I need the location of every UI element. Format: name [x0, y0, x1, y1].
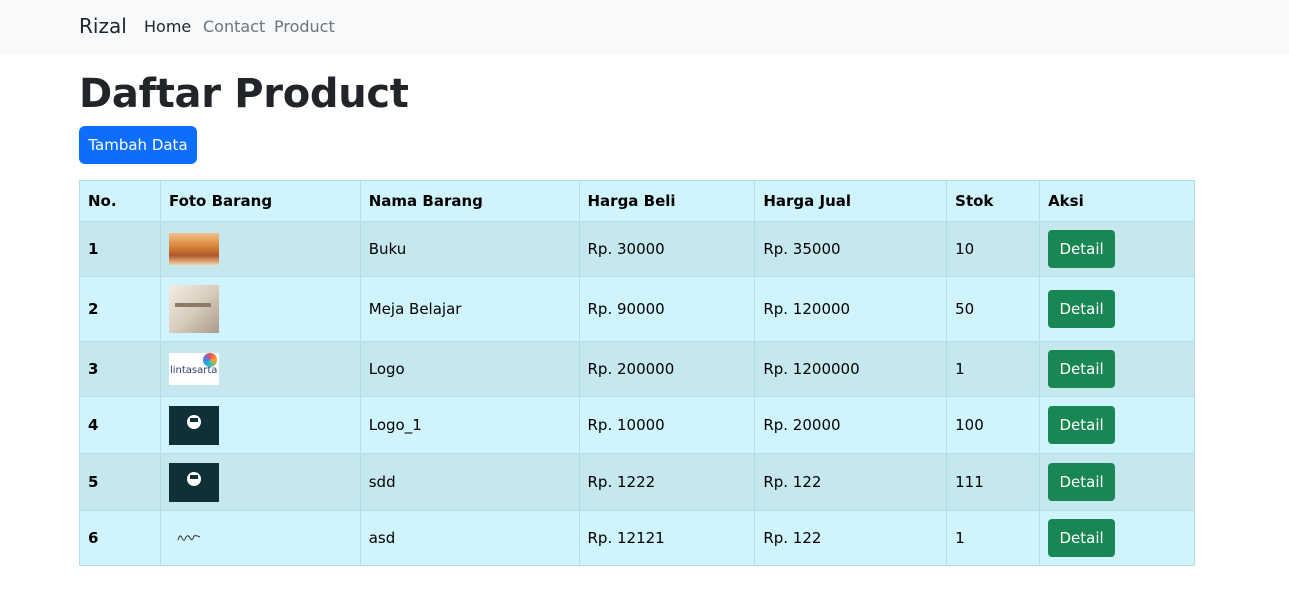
product-name: Logo_1 — [359, 396, 580, 454]
stock: 10 — [946, 221, 1041, 277]
detail-button[interactable]: Detail — [1048, 519, 1116, 557]
row-number: 4 — [79, 396, 161, 454]
header-aksi: Aksi — [1039, 180, 1195, 222]
product-photo-cell — [159, 510, 361, 566]
detail-button[interactable]: Detail — [1048, 290, 1116, 328]
header-foto: Foto Barang — [159, 180, 361, 222]
selling-price: Rp. 122 — [754, 453, 948, 511]
signature-icon — [177, 535, 201, 541]
selling-price: Rp. 122 — [754, 510, 948, 566]
header-harga-jual: Harga Jual — [754, 180, 948, 222]
product-name: asd — [359, 510, 580, 566]
action-cell: Detail — [1039, 396, 1195, 454]
header-stok: Stok — [946, 180, 1041, 222]
stock: 1 — [946, 341, 1041, 397]
product-photo-cell: lintasarta — [159, 341, 361, 397]
product-name: Logo — [359, 341, 580, 397]
purchase-price: Rp. 30000 — [578, 221, 756, 277]
product-photo-cell — [159, 221, 361, 277]
stock: 50 — [946, 276, 1041, 342]
selling-price: Rp. 35000 — [754, 221, 948, 277]
nav-link-product[interactable]: Product — [274, 17, 335, 36]
row-number: 1 — [79, 221, 161, 277]
detail-button[interactable]: Detail — [1048, 463, 1116, 501]
lintasarta-logo-image: lintasarta — [168, 353, 219, 385]
purchase-price: Rp. 12121 — [578, 510, 756, 566]
action-cell: Detail — [1039, 221, 1195, 277]
detail-button[interactable]: Detail — [1048, 406, 1116, 444]
table-header-row: No. Foto Barang Nama Barang Harga Beli H… — [79, 180, 1195, 222]
detail-button[interactable]: Detail — [1048, 230, 1116, 268]
dark-m-logo-image — [168, 462, 219, 502]
add-data-button[interactable]: Tambah Data — [79, 126, 197, 164]
header-no: No. — [79, 180, 161, 222]
purchase-price: Rp. 90000 — [578, 276, 756, 342]
header-harga-beli: Harga Beli — [578, 180, 756, 222]
stock: 1 — [946, 510, 1041, 566]
stock: 111 — [946, 453, 1041, 511]
selling-price: Rp. 1200000 — [754, 341, 948, 397]
table-row: 4 Logo_1 Rp. 10000 Rp. 20000 100 Detail — [79, 396, 1195, 454]
logo-swirl-icon — [202, 353, 217, 367]
dark-m-logo-image — [168, 405, 219, 445]
nav-link-home[interactable]: Home — [144, 17, 191, 36]
row-number: 5 — [79, 453, 161, 511]
row-number: 6 — [79, 510, 161, 566]
m-logo-icon — [186, 414, 201, 429]
desk-photo-image — [168, 285, 219, 333]
purchase-price: Rp. 10000 — [578, 396, 756, 454]
nav-link-contact[interactable]: Contact — [203, 17, 265, 36]
navbar-brand[interactable]: Rizal — [79, 14, 127, 38]
m-logo-icon — [186, 471, 201, 486]
detail-button[interactable]: Detail — [1048, 350, 1116, 388]
purchase-price: Rp. 1222 — [578, 453, 756, 511]
books-photo-image — [168, 233, 219, 265]
product-photo-cell — [159, 396, 361, 454]
action-cell: Detail — [1039, 453, 1195, 511]
header-nama: Nama Barang — [359, 180, 580, 222]
table-row: 5 sdd Rp. 1222 Rp. 122 111 Detail — [79, 453, 1195, 511]
signature-image — [169, 522, 219, 554]
product-photo-cell — [159, 453, 361, 511]
product-name: sdd — [359, 453, 580, 511]
table-row: 1 Buku Rp. 30000 Rp. 35000 10 Detail — [79, 221, 1195, 277]
action-cell: Detail — [1039, 276, 1195, 342]
table-row: 2 Meja Belajar Rp. 90000 Rp. 120000 50 D… — [79, 276, 1195, 342]
purchase-price: Rp. 200000 — [578, 341, 756, 397]
table-row: 3 lintasarta Logo Rp. 200000 Rp. 1200000… — [79, 341, 1195, 397]
product-name: Meja Belajar — [359, 276, 580, 342]
selling-price: Rp. 120000 — [754, 276, 948, 342]
product-name: Buku — [359, 221, 580, 277]
table-row: 6 asd Rp. 12121 Rp. 122 1 Detail — [79, 510, 1195, 566]
navbar: Rizal Home Contact Product — [0, 0, 1289, 54]
page-title: Daftar Product — [79, 71, 409, 117]
product-table: No. Foto Barang Nama Barang Harga Beli H… — [79, 180, 1195, 566]
stock: 100 — [946, 396, 1041, 454]
action-cell: Detail — [1039, 341, 1195, 397]
selling-price: Rp. 20000 — [754, 396, 948, 454]
row-number: 3 — [79, 341, 161, 397]
action-cell: Detail — [1039, 510, 1195, 566]
product-photo-cell — [159, 276, 361, 342]
row-number: 2 — [79, 276, 161, 342]
